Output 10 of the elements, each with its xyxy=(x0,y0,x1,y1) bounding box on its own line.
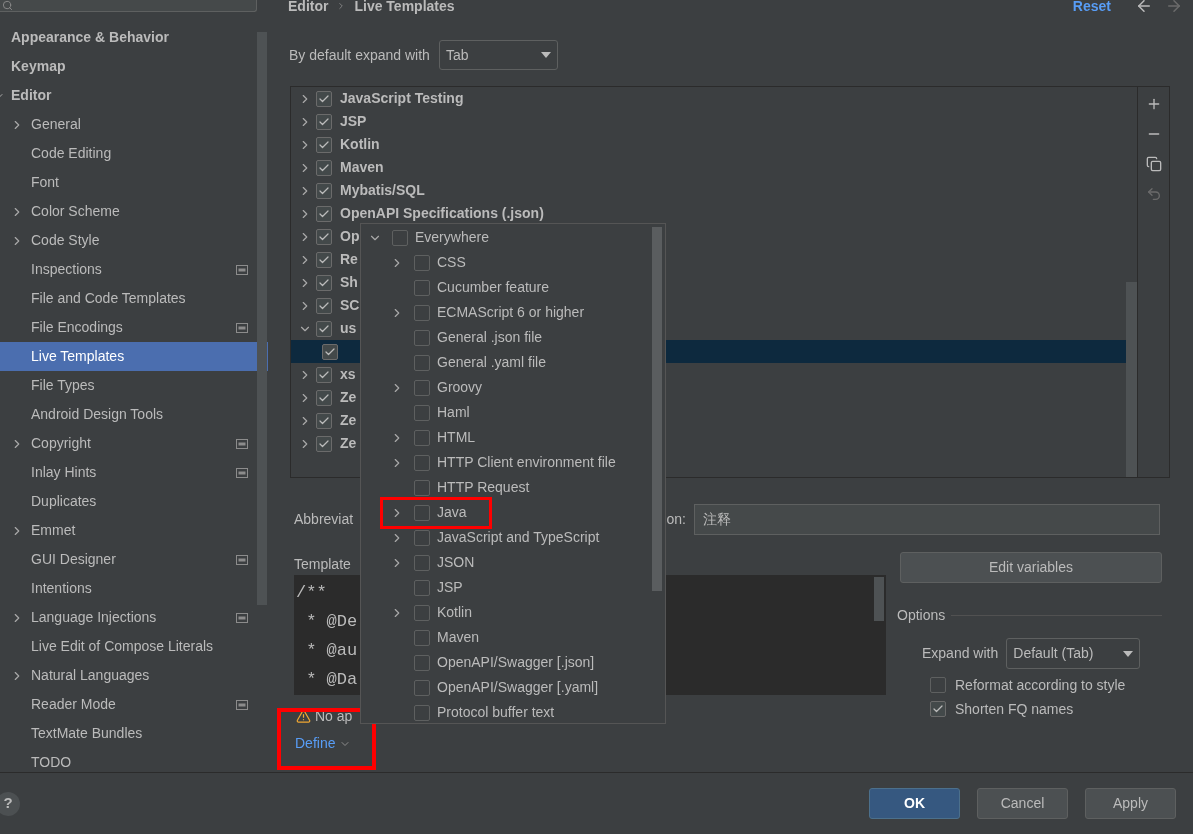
code-line: * @Da xyxy=(305,669,358,691)
section-title: Options xyxy=(897,606,946,625)
field-label: Expand with xyxy=(922,644,999,663)
code-line: * @De xyxy=(305,611,358,633)
code-line: * @au xyxy=(305,640,358,662)
field-label: Template xyxy=(294,557,351,571)
field-label: Abbreviat xyxy=(294,510,354,529)
code-line: /** xyxy=(295,582,327,604)
field-label: on: xyxy=(666,510,686,529)
field-label: By default expand with xyxy=(289,45,430,65)
